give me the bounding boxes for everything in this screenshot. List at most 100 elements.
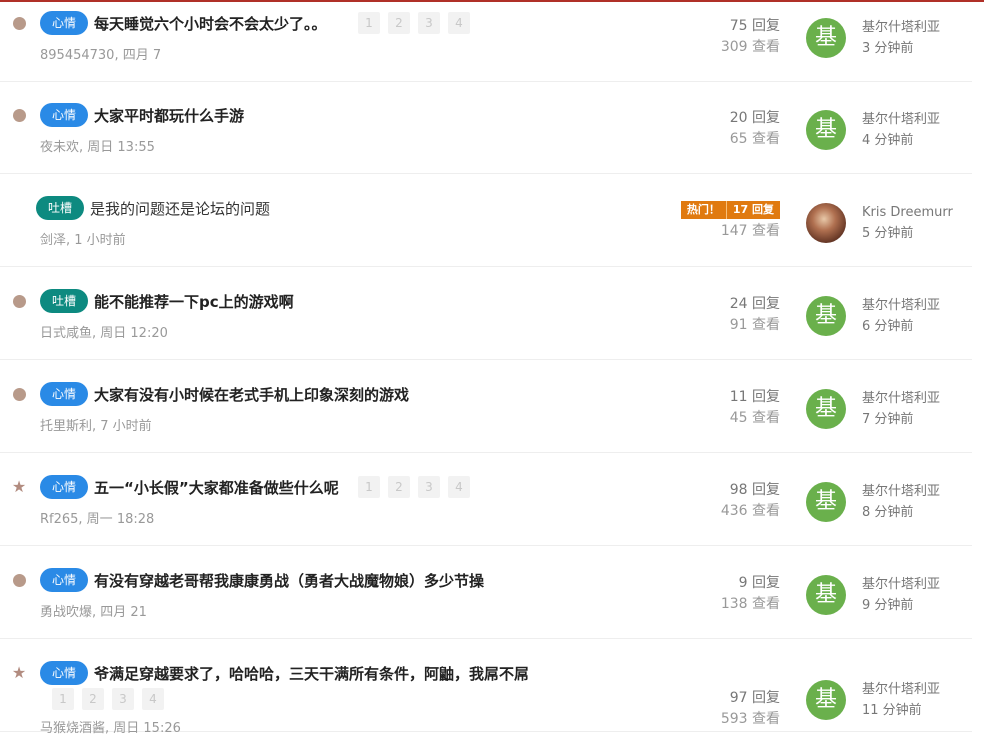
page-link[interactable]: 2: [82, 688, 104, 710]
avatar[interactable]: 基: [806, 482, 846, 522]
category-tag[interactable]: 心情: [40, 11, 89, 35]
last-reply-user[interactable]: Kris Dreemurr: [862, 202, 953, 223]
unread-dot-icon: [11, 572, 27, 588]
topic-meta: 夜未欢, 周日 13:55: [40, 140, 155, 155]
topic-title-link[interactable]: 是我的问题还是论坛的问题: [90, 198, 270, 219]
reply-count: 75 回复: [729, 18, 780, 34]
pinned-star-icon: ★: [11, 479, 27, 495]
dot-glyph: [12, 387, 26, 401]
page-link[interactable]: 3: [418, 12, 440, 34]
topic-meta: 895454730, 四月 7: [40, 48, 162, 63]
unread-dot-icon: [11, 386, 27, 402]
last-reply-user[interactable]: 基尔什塔利亚: [862, 17, 940, 38]
avatar[interactable]: 基: [806, 110, 846, 150]
last-reply-user[interactable]: 基尔什塔利亚: [862, 481, 940, 502]
view-count: 147 查看: [720, 223, 780, 239]
avatar[interactable]: 基: [806, 296, 846, 336]
topic-row[interactable]: 吐槽 能不能推荐一下pc上的游戏啊日式咸鱼, 周日 12:20 24 回复 91 查看…: [0, 268, 972, 360]
topic-meta: 勇战吹爆, 四月 21: [40, 605, 147, 620]
topic-stats: 11 回复 45 查看: [730, 387, 780, 429]
last-reply-info: 基尔什塔利亚 3 分钟前: [862, 17, 940, 59]
last-reply-info: 基尔什塔利亚 4 分钟前: [862, 109, 940, 151]
view-count: 65 查看: [729, 131, 780, 147]
page-link[interactable]: 1: [358, 476, 380, 498]
reply-count: 11 回复: [729, 389, 780, 405]
topic-row[interactable]: 心情 有没有穿越老哥帮我康康勇战（勇者大战魔物娘）多少节操勇战吹爆, 四月 21 9…: [0, 547, 972, 639]
category-tag[interactable]: 心情: [40, 661, 89, 685]
topic-stats: 97 回复 593 查看: [721, 688, 780, 730]
topic-stats: 24 回复 91 查看: [730, 294, 780, 336]
topic-title-link[interactable]: 能不能推荐一下pc上的游戏啊: [94, 291, 294, 312]
view-count: 91 查看: [729, 317, 780, 333]
topic-meta: Rf265, 周一 18:28: [40, 512, 155, 527]
topic-row[interactable]: 吐槽 是我的问题还是论坛的问题剑泽, 1 小时前 热门！ 17 回复 147 查看 Kri…: [0, 175, 972, 267]
topic-title-link[interactable]: 有没有穿越老哥帮我康康勇战（勇者大战魔物娘）多少节操: [94, 570, 484, 591]
star-glyph: ★: [11, 663, 27, 682]
pinned-star-icon: ★: [11, 665, 27, 681]
last-reply-time: 3 分钟前: [862, 41, 914, 56]
last-reply-time: 11 分钟前: [862, 703, 922, 718]
unread-dot-icon: [11, 293, 27, 309]
avatar[interactable]: 基: [806, 389, 846, 429]
category-tag[interactable]: 吐槽: [36, 196, 85, 220]
page-link[interactable]: 2: [388, 476, 410, 498]
last-reply-info: 基尔什塔利亚 6 分钟前: [862, 295, 940, 337]
reply-count: 20 回复: [729, 110, 780, 126]
topic-row[interactable]: ★ 心情 五一“小长假”大家都准备做些什么呢 1 2 3 4 Rf265, 周一 18:28 9…: [0, 454, 972, 546]
last-reply-time: 8 分钟前: [862, 505, 914, 520]
avatar[interactable]: 基: [806, 680, 846, 720]
category-tag[interactable]: 心情: [40, 103, 89, 127]
topic-title-link[interactable]: 每天睡觉六个小时会不会太少了。。: [94, 13, 327, 34]
topic-row[interactable]: ★ 心情 爷满足穿越要求了，哈哈哈，三天干满所有条件，阿鼬，我屌不屌 1 2 3 4 马猴烧酒…: [0, 640, 972, 736]
topic-meta: 托里斯利, 7 小时前: [40, 419, 152, 434]
reply-count: 98 回复: [729, 482, 780, 498]
topic-stats: 98 回复 436 查看: [721, 480, 780, 522]
topic-row[interactable]: 心情 大家平时都玩什么手游夜未欢, 周日 13:55 20 回复 65 查看 基基尔什塔…: [0, 82, 972, 174]
last-reply-time: 4 分钟前: [862, 133, 914, 148]
dot-glyph: [12, 108, 26, 122]
page-link[interactable]: 1: [358, 12, 380, 34]
topic-stats: 75 回复 309 查看: [721, 16, 780, 58]
view-count: 309 查看: [720, 39, 780, 55]
page-link[interactable]: 4: [448, 12, 470, 34]
category-tag[interactable]: 心情: [40, 475, 89, 499]
page-link[interactable]: 3: [418, 476, 440, 498]
topic-row[interactable]: 心情 每天睡觉六个小时会不会太少了。。 1 2 3 4 895454730, 四月 7 75 …: [0, 0, 972, 82]
page-link[interactable]: 1: [52, 688, 74, 710]
last-reply-time: 9 分钟前: [862, 598, 914, 613]
page-links: 1234: [358, 12, 470, 34]
reply-count: 24 回复: [729, 296, 780, 312]
topic-row[interactable]: 心情 大家有没有小时候在老式手机上印象深刻的游戏托里斯利, 7 小时前 11 回复 4…: [0, 361, 972, 453]
page-link[interactable]: 4: [448, 476, 470, 498]
topic-title-link[interactable]: 大家有没有小时候在老式手机上印象深刻的游戏: [94, 384, 409, 405]
topic-title-link[interactable]: 爷满足穿越要求了，哈哈哈，三天干满所有条件，阿鼬，我屌不屌: [94, 663, 529, 684]
last-reply-time: 5 分钟前: [862, 226, 914, 241]
last-reply-user[interactable]: 基尔什塔利亚: [862, 679, 940, 700]
hot-badge: 热门！ 17 回复: [680, 201, 780, 219]
topic-stats: 147 查看: [721, 221, 780, 242]
last-reply-info: Kris Dreemurr 5 分钟前: [862, 202, 953, 244]
category-tag[interactable]: 心情: [40, 568, 89, 592]
topic-meta: 日式咸鱼, 周日 12:20: [40, 326, 168, 341]
last-reply-user[interactable]: 基尔什塔利亚: [862, 109, 940, 130]
page-link[interactable]: 3: [112, 688, 134, 710]
topic-meta: 剑泽, 1 小时前: [40, 233, 126, 248]
reply-count: 97 回复: [729, 690, 780, 706]
last-reply-user[interactable]: 基尔什塔利亚: [862, 388, 940, 409]
view-count: 45 查看: [729, 410, 780, 426]
page-link[interactable]: 4: [142, 688, 164, 710]
avatar[interactable]: 基: [806, 575, 846, 615]
avatar[interactable]: [806, 203, 846, 243]
category-tag[interactable]: 心情: [40, 382, 89, 406]
unread-dot-icon: [11, 15, 27, 31]
avatar[interactable]: 基: [806, 18, 846, 58]
page-link[interactable]: 2: [388, 12, 410, 34]
category-tag[interactable]: 吐槽: [40, 289, 89, 313]
last-reply-info: 基尔什塔利亚 8 分钟前: [862, 481, 940, 523]
unread-dot-icon: [11, 107, 27, 123]
topic-title-link[interactable]: 大家平时都玩什么手游: [94, 105, 244, 126]
last-reply-user[interactable]: 基尔什塔利亚: [862, 574, 940, 595]
last-reply-user[interactable]: 基尔什塔利亚: [862, 295, 940, 316]
topic-title-link[interactable]: 五一“小长假”大家都准备做些什么呢: [94, 477, 339, 498]
topic-stats: 20 回复 65 查看: [730, 108, 780, 150]
